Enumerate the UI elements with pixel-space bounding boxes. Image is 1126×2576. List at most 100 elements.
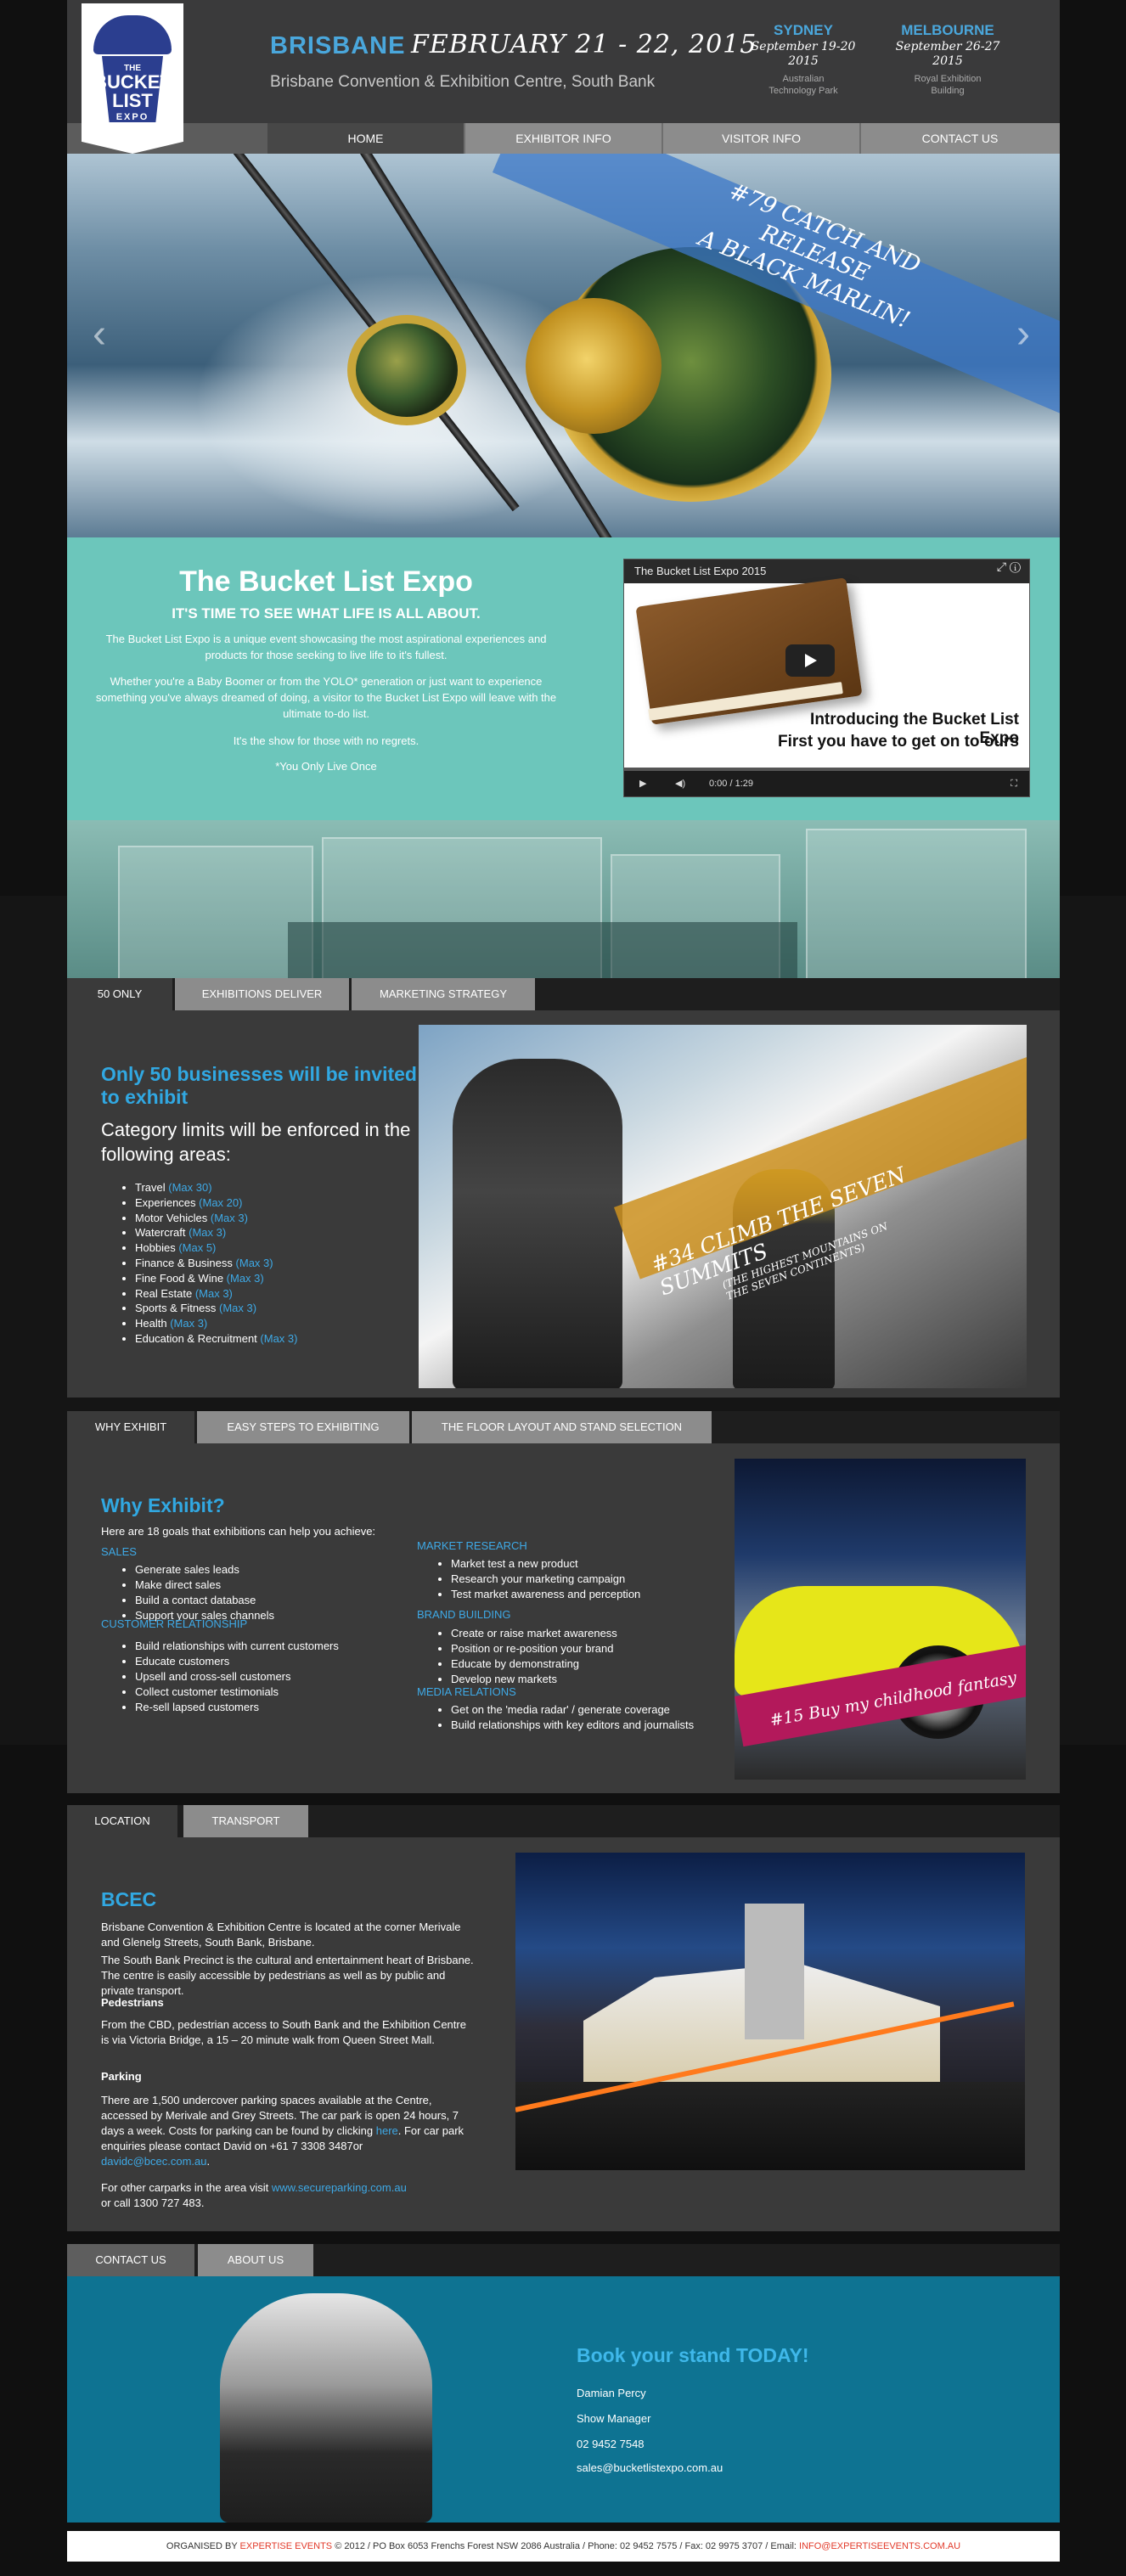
video-player[interactable]: The Bucket List Expo 2015 ⤢ ⓘ Introducin… (623, 559, 1030, 797)
footer-email-link[interactable]: INFO@EXPERTISEEVENTS.COM.AU (799, 2541, 960, 2551)
play-control-icon[interactable]: ▶ (639, 771, 646, 796)
list-item: Travel (Max 30) (135, 1180, 297, 1195)
nav-exhibitor-info[interactable]: EXHIBITOR INFO (465, 123, 663, 154)
category-list: Travel (Max 30) Experiences (Max 20) Mot… (135, 1180, 297, 1347)
event-year: 2015 (932, 54, 963, 69)
book-stand-title: Book your stand TODAY! (577, 2344, 809, 2366)
category-max: (Max 30) (168, 1181, 212, 1194)
video-caption: First you have to get on to ours (778, 733, 1019, 751)
list-item: Re-sell lapsed customers (135, 1700, 339, 1715)
event-venue-2: Technology Park (768, 85, 838, 96)
media-relations-goals-list: Get on the 'media radar' / generate cove… (451, 1702, 694, 1733)
list-item: Motor Vehicles (Max 3) (135, 1211, 297, 1226)
list-item: Get on the 'media radar' / generate cove… (451, 1702, 694, 1718)
list-item: Finance & Business (Max 3) (135, 1256, 297, 1271)
tab-contact-us[interactable]: CONTACT US (67, 2244, 194, 2276)
list-item: Upsell and cross-sell customers (135, 1669, 339, 1685)
organiser-link[interactable]: EXPERTISE EVENTS (240, 2541, 333, 2551)
tabs-why-exhibit: WHY EXHIBIT EASY STEPS TO EXHIBITING THE… (67, 1411, 1060, 1443)
brand-building-goals-list: Create or raise market awareness Positio… (451, 1626, 617, 1687)
category-max: (Max 3) (219, 1302, 257, 1315)
nav-home[interactable]: HOME (267, 123, 465, 154)
list-item: Build a contact database (135, 1593, 274, 1608)
list-item: Fine Food & Wine (Max 3) (135, 1271, 297, 1286)
video-share-info-icons[interactable]: ⤢ ⓘ (997, 560, 1021, 574)
goal-heading-media-relations: MEDIA RELATIONS (417, 1685, 516, 1698)
goal-heading-brand-building: BRAND BUILDING (417, 1608, 511, 1621)
tab-about-us[interactable]: ABOUT US (198, 2244, 313, 2276)
tab-marketing-strategy[interactable]: MARKETING STRATEGY (352, 978, 535, 1010)
nav-visitor-info[interactable]: VISITOR INFO (663, 123, 861, 154)
video-controls[interactable]: ▶ ◀) 0:00 / 1:29 ⛶ (624, 768, 1029, 796)
list-item: Health (Max 3) (135, 1316, 297, 1331)
category-max: (Max 3) (170, 1317, 208, 1330)
tab-easy-steps[interactable]: EASY STEPS TO EXHIBITING (197, 1411, 409, 1443)
sports-car-photo: #15 Buy my childhood fantasy (735, 1459, 1026, 1780)
contact-name: Damian Percy (577, 2387, 646, 2399)
slider-next-arrow-icon[interactable]: › (1016, 311, 1030, 357)
bcec-paragraph: The South Bank Precinct is the cultural … (101, 1954, 474, 1997)
panel-location: BCEC Brisbane Convention & Exhibition Ce… (67, 1837, 1060, 2231)
booth-shape (806, 829, 1027, 978)
intro-paragraph: Whether you're a Baby Boomer or from the… (95, 675, 557, 720)
category-name: Experiences (135, 1195, 196, 1209)
event-venue: Royal Exhibition (914, 73, 982, 84)
parking-paragraph: There are 1,500 undercover parking space… (101, 2093, 475, 2169)
why-exhibit-title: Why Exhibit? (101, 1494, 225, 1516)
why-exhibit-intro: Here are 18 goals that exhibitions can h… (101, 1525, 376, 1538)
nav-contact-us[interactable]: CONTACT US (861, 123, 1059, 154)
bcec-paragraph: From the CBD, pedestrian access to South… (101, 2018, 466, 2046)
tab-exhibitions-deliver[interactable]: EXHIBITIONS DELIVER (175, 978, 349, 1010)
goal-heading-customer-relationship: CUSTOMER RELATIONSHIP (101, 1617, 248, 1630)
intro-subtitle: IT'S TIME TO SEE WHAT LIFE IS ALL ABOUT. (172, 605, 481, 622)
header-date: FEBRUARY 21 - 22, 2015 (411, 30, 757, 59)
list-item: Generate sales leads (135, 1562, 274, 1578)
contact-phone[interactable]: 02 9452 7548 (577, 2438, 645, 2450)
logo-line: EXPO (115, 112, 149, 122)
hero-slider: #79 CATCH AND RELEASE A BLACK MARLIN! ‹ … (67, 154, 1060, 537)
tab-transport[interactable]: TRANSPORT (183, 1805, 308, 1837)
category-max: (Max 3) (189, 1226, 227, 1240)
tab-50-only[interactable]: 50 ONLY (67, 978, 172, 1010)
tab-why-exhibit[interactable]: WHY EXHIBIT (67, 1411, 194, 1443)
melbourne-event[interactable]: MELBOURNE September 26-27 2015 Royal Exh… (884, 22, 1011, 97)
tab-location[interactable]: LOCATION (67, 1805, 177, 1837)
intro-paragraph: It's the show for those with no regrets. (233, 734, 419, 747)
logo-line: LIST (112, 90, 153, 111)
tabs-contact: CONTACT US ABOUT US (67, 2244, 1060, 2276)
secure-parking-link[interactable]: www.secureparking.com.au (272, 2181, 407, 2194)
exhibition-hall-photo (67, 820, 1060, 978)
parking-costs-link[interactable]: here (376, 2124, 398, 2137)
contact-email[interactable]: sales@bucketlistexpo.com.au (577, 2461, 723, 2474)
category-name: Health (135, 1317, 167, 1330)
main-nav: HOME EXHIBITOR INFO VISITOR INFO CONTACT… (267, 123, 1060, 154)
contact-panel: Book your stand TODAY! Damian Percy Show… (67, 2276, 1060, 2523)
email-link[interactable]: davidc@bcec.com.au (101, 2155, 206, 2168)
list-item: Watercraft (Max 3) (135, 1225, 297, 1240)
goal-heading-market-research: MARKET RESEARCH (417, 1539, 527, 1552)
event-city: MELBOURNE (901, 22, 994, 38)
logo-line: BUCKET (93, 71, 172, 93)
event-year: 2015 (788, 54, 819, 69)
list-item: Educate by demonstrating (451, 1656, 617, 1672)
convention-centre-photo (515, 1853, 1025, 2170)
bucket-list-expo-logo[interactable]: THE BUCKET LIST EXPO (82, 3, 183, 154)
list-item: Test market awareness and perception (451, 1587, 640, 1602)
list-item: Sports & Fitness (Max 3) (135, 1301, 297, 1316)
logo-graphic: THE BUCKET LIST EXPO (93, 15, 172, 134)
volume-icon[interactable]: ◀) (675, 771, 685, 796)
logo-wordmark: THE BUCKET LIST EXPO (93, 65, 172, 122)
fullscreen-icon[interactable]: ⛶ (1011, 771, 1017, 796)
booth-shape (118, 846, 313, 978)
tabs-location: LOCATION TRANSPORT (67, 1805, 1060, 1837)
text: . (206, 2155, 211, 2168)
sydney-event[interactable]: SYDNEY September 19-20 2015 Australian T… (740, 22, 867, 97)
play-icon[interactable] (785, 644, 835, 677)
contact-role: Show Manager (577, 2412, 651, 2425)
logo-icons-dome (93, 15, 172, 54)
slider-prev-arrow-icon[interactable]: ‹ (93, 311, 106, 357)
tab-floor-layout[interactable]: THE FLOOR LAYOUT AND STAND SELECTION (412, 1411, 712, 1443)
category-name: Education & Recruitment (135, 1331, 257, 1345)
text: or call 1300 727 483. (101, 2196, 205, 2209)
header-city: BRISBANE (270, 32, 406, 59)
